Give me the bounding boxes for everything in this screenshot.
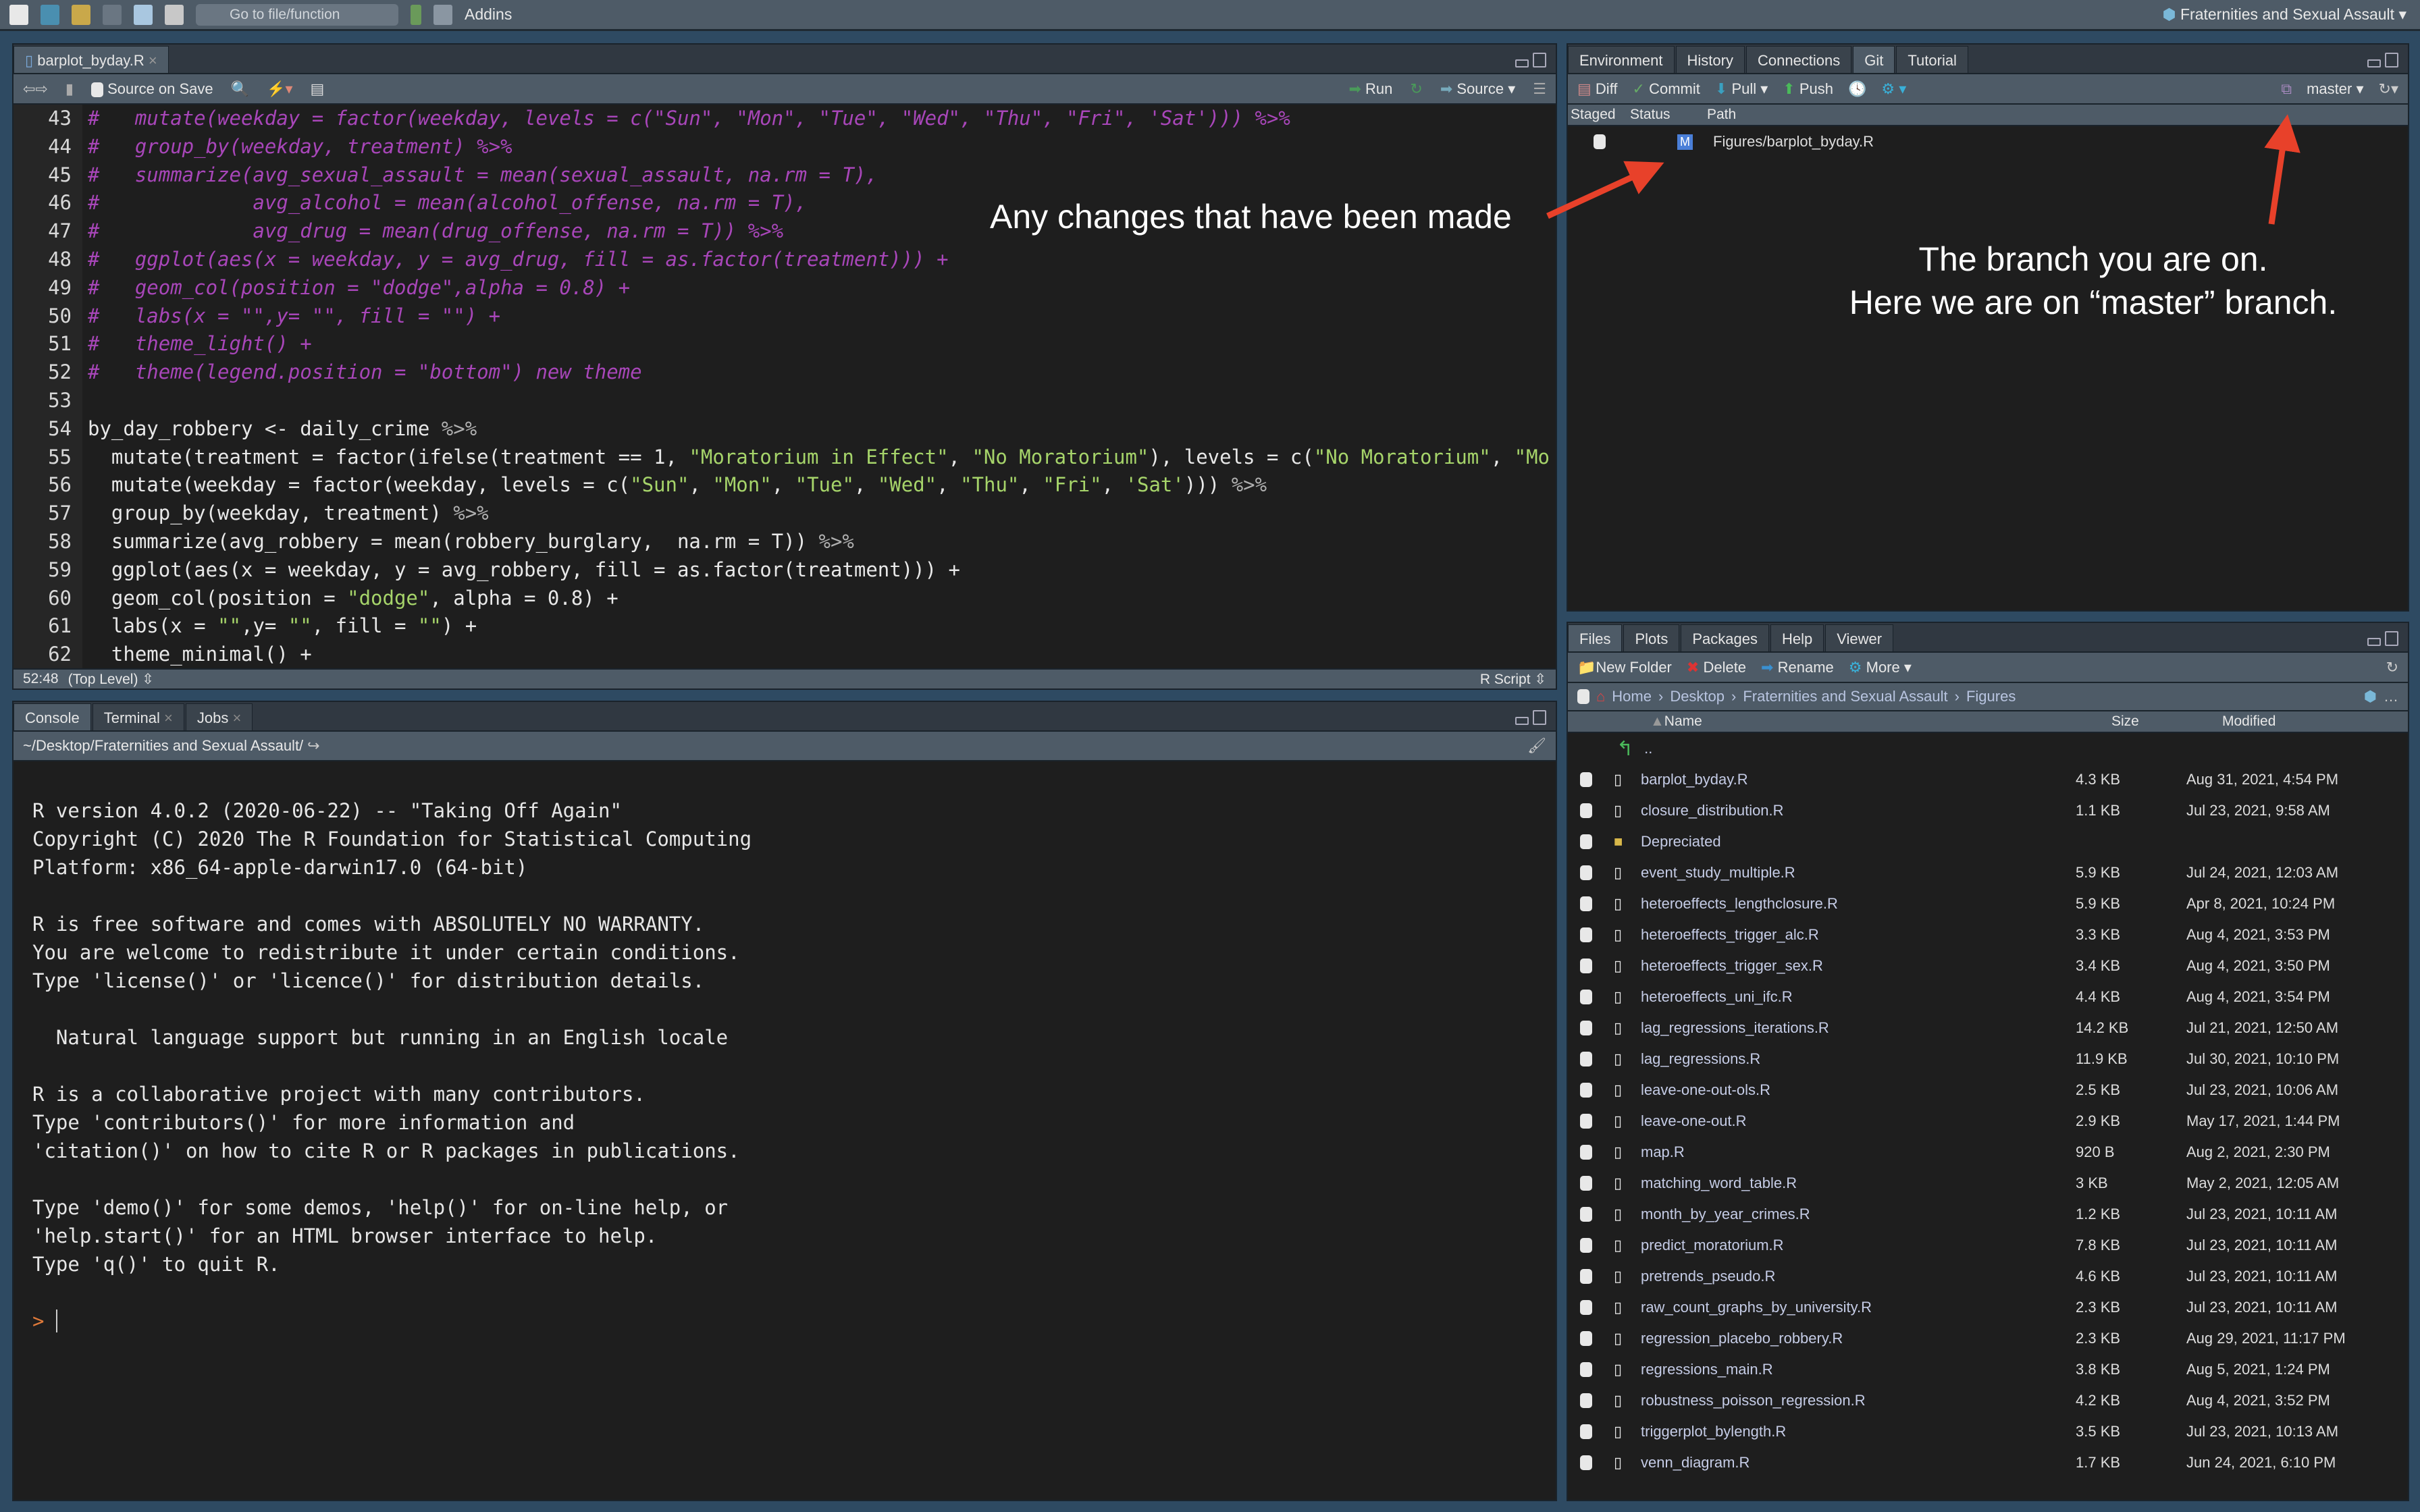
arrow-to-branch <box>2264 114 2300 225</box>
annotation-arrows <box>1546 114 2300 225</box>
arrow-to-changes <box>1546 161 1664 219</box>
